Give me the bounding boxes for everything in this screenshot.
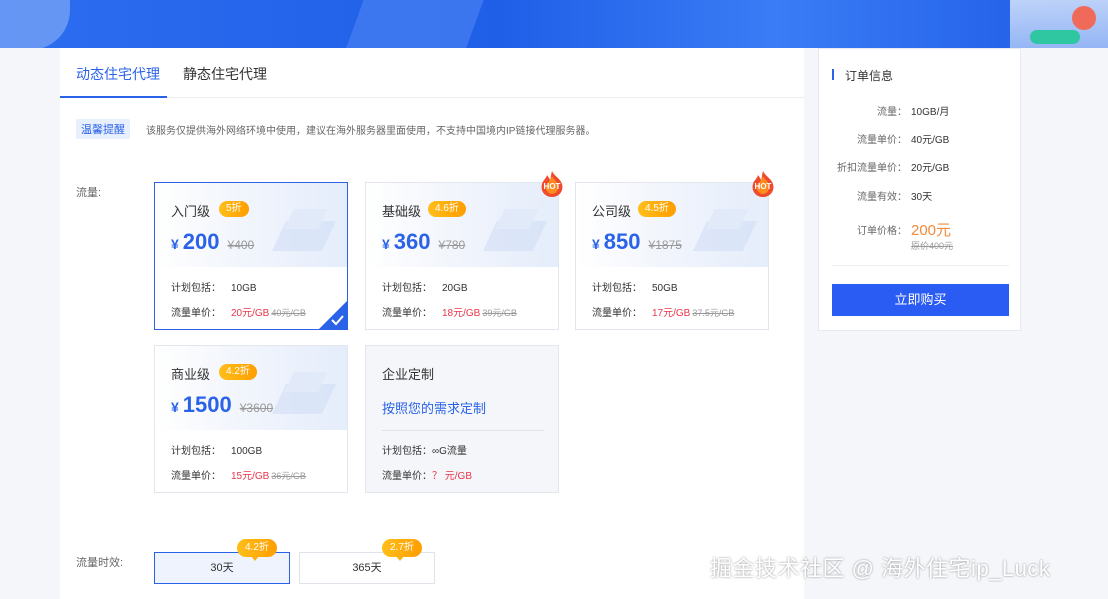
discount-badge: 4.6折 <box>428 201 466 217</box>
check-corner-icon <box>319 301 347 329</box>
original-price: ¥780 <box>438 238 466 252</box>
order-summary-panel: 订单信息 流量： 10GB/月 流量单价： 40元/GB 折扣流量单价： 20元/GB… <box>818 48 1021 331</box>
proxy-plan-panel: 动态住宅代理 静态住宅代理 温馨提醒 该服务仅提供海外网络环境中使用，建议在海外… <box>60 48 804 599</box>
order-total: 200元 <box>911 222 952 239</box>
tab-static-residential[interactable]: 静态住宅代理 <box>183 64 267 84</box>
original-price: ¥1875 <box>648 238 682 252</box>
currency-symbol: ¥ <box>171 399 179 415</box>
currency-symbol: ¥ <box>171 236 179 252</box>
tab-dynamic-residential[interactable]: 动态住宅代理 <box>76 64 160 84</box>
price-value: 360 <box>393 229 431 254</box>
svg-text:HOT: HOT <box>755 182 772 191</box>
notice-badge: 温馨提醒 <box>76 119 130 139</box>
order-title: 订单信息 <box>845 69 894 83</box>
plan-includes: 计划包括： 50GB <box>592 283 678 294</box>
currency-symbol: ¥ <box>592 236 600 252</box>
package-price: ¥ 360 ¥780 <box>382 229 465 255</box>
package-name: 基础级 <box>382 204 422 219</box>
price-value: 850 <box>603 229 641 254</box>
svg-text:HOT: HOT <box>544 182 561 191</box>
discount-badge: 4.5折 <box>638 201 676 217</box>
validity-label: 流量时效: <box>76 557 124 569</box>
duration-option-30d[interactable]: 30天 4.2折 <box>154 539 290 584</box>
duration-option-365d[interactable]: 365天 2.7折 <box>299 539 435 584</box>
buy-now-button[interactable]: 立即购买 <box>832 284 1009 316</box>
title-accent-bar <box>832 69 834 80</box>
duration-label: 30天 <box>210 562 234 574</box>
package-card-custom[interactable]: 企业定制 按照您的需求定制 计划包括：∞G流量 流量单价：？ 元/GB <box>365 345 559 493</box>
order-original-total: 原价400元 <box>911 241 954 251</box>
notice-text: 该服务仅提供海外网络环境中使用，建议在海外服务器里面使用，不支持中国境内IP链接… <box>146 125 596 137</box>
plan-includes: 计划包括： 20GB <box>382 283 468 294</box>
custom-title: 企业定制 <box>382 367 435 382</box>
original-price: ¥400 <box>227 238 255 252</box>
unit-price: 流量单价： 17元/GB 37.5元/GB <box>592 308 735 319</box>
package-price: ¥ 850 ¥1875 <box>592 229 682 255</box>
divider <box>382 430 544 431</box>
package-card-company[interactable]: 公司级 4.5折 ¥ 850 ¥1875 计划包括： 50GB 流量单价： 17元/… <box>575 182 769 330</box>
package-name: 入门级 <box>171 204 211 219</box>
package-name: 商业级 <box>171 367 211 382</box>
unit-price: 流量单价： 18元/GB 39元/GB <box>382 308 517 319</box>
package-name: 公司级 <box>592 204 632 219</box>
notice-bar: 温馨提醒 该服务仅提供海外网络环境中使用，建议在海外服务器里面使用，不支持中国境… <box>76 119 596 139</box>
package-price: ¥ 1500 ¥3600 <box>171 392 273 418</box>
price-value: 1500 <box>182 392 232 417</box>
duration-discount-tag: 2.7折 <box>382 539 422 561</box>
custom-subtitle[interactable]: 按照您的需求定制 <box>382 398 486 417</box>
price-value: 200 <box>182 229 220 254</box>
original-price: ¥3600 <box>239 401 274 415</box>
unit-price: 流量单价：？ 元/GB <box>382 471 473 482</box>
top-banner <box>0 0 1108 48</box>
package-card-basic[interactable]: 基础级 4.6折 ¥ 360 ¥780 计划包括： 20GB 流量单价： 18元/G… <box>365 182 559 330</box>
package-price: ¥ 200 ¥400 <box>171 229 254 255</box>
unit-price: 流量单价： 15元/GB 36元/GB <box>171 471 306 482</box>
divider <box>832 265 1009 266</box>
plan-includes: 计划包括： 100GB <box>171 446 263 457</box>
unit-price: 流量单价： 20元/GB 40元/GB <box>171 308 306 319</box>
hot-flame-icon: HOT <box>541 171 563 197</box>
watermark: 掘金技术社区 @ 海外住宅ip_Luck <box>710 556 1051 581</box>
discount-badge: 4.2折 <box>219 364 257 380</box>
plan-includes: 计划包括： 10GB <box>171 283 257 294</box>
active-tab-indicator <box>60 96 167 98</box>
discount-badge: 5折 <box>219 201 249 217</box>
duration-discount-tag: 4.2折 <box>237 539 277 561</box>
proxy-type-tabs: 动态住宅代理 静态住宅代理 <box>60 48 804 98</box>
duration-label: 365天 <box>352 562 382 574</box>
package-card-business[interactable]: 商业级 4.2折 ¥ 1500 ¥3600 计划包括： 100GB 流量单价： 15… <box>154 345 348 493</box>
hot-flame-icon: HOT <box>752 171 774 197</box>
plan-includes: 计划包括：∞G流量 <box>382 446 467 457</box>
currency-symbol: ¥ <box>382 236 390 252</box>
package-card-starter[interactable]: 入门级 5折 ¥ 200 ¥400 计划包括： 10GB 流量单价： 20元/GB 4… <box>154 182 348 330</box>
traffic-label: 流量: <box>76 187 102 199</box>
